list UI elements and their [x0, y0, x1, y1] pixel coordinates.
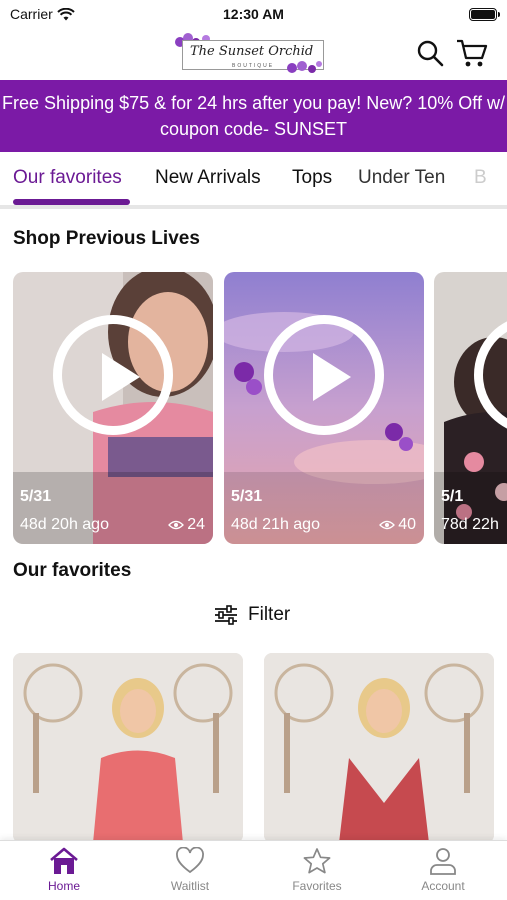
- promo-text: Free Shipping $75 & for 24 hrs after you…: [2, 93, 505, 139]
- tab-new-arrivals[interactable]: New Arrivals: [155, 167, 261, 189]
- filter-label: Filter: [248, 604, 291, 625]
- active-tab-indicator: [13, 199, 130, 205]
- nav-favorites[interactable]: Favorites: [267, 847, 367, 893]
- live-time-ago: 48d 20h ago: [20, 516, 109, 533]
- previous-lives-carousel[interactable]: 5/31 48d 20h ago 24 5/31 48d 21h ago 40: [13, 272, 507, 544]
- eye-icon: [168, 520, 185, 530]
- cart-button[interactable]: [455, 36, 489, 70]
- live-date: 5/31: [231, 488, 263, 505]
- live-time-ago: 78d 22h: [441, 516, 499, 533]
- nav-waitlist[interactable]: Waitlist: [140, 847, 240, 893]
- product-card[interactable]: [264, 653, 494, 843]
- category-tabs: Our favorites New Arrivals Tops Under Te…: [0, 153, 507, 209]
- play-button[interactable]: [53, 315, 173, 435]
- tab-our-favorites[interactable]: Our favorites: [13, 167, 122, 189]
- live-card[interactable]: 5/31 48d 21h ago 40: [224, 272, 424, 544]
- live-date: 5/31: [20, 488, 52, 505]
- promo-banner[interactable]: Free Shipping $75 & for 24 hrs after you…: [0, 80, 507, 152]
- views-count: 24: [187, 516, 205, 533]
- live-date: 5/1: [441, 488, 464, 505]
- play-button[interactable]: [264, 315, 384, 435]
- search-button[interactable]: [413, 36, 447, 70]
- section-title-previous-lives: Shop Previous Lives: [13, 228, 200, 249]
- section-title-our-favorites: Our favorites: [13, 560, 132, 581]
- live-card[interactable]: 5/31 48d 20h ago 24: [13, 272, 213, 544]
- live-card[interactable]: 5/1 78d 22h: [434, 272, 507, 544]
- store-logo[interactable]: The Sunset Orchid BOUTIQUE: [172, 32, 330, 76]
- live-time-ago: 48d 21h ago: [231, 516, 320, 533]
- product-image: [13, 653, 243, 843]
- home-icon: [50, 847, 78, 874]
- tab-tops[interactable]: Tops: [292, 167, 332, 189]
- person-icon: [430, 848, 456, 875]
- app-header: The Sunset Orchid BOUTIQUE: [0, 28, 507, 80]
- search-icon: [417, 40, 444, 67]
- eye-icon: [379, 520, 396, 530]
- nav-account[interactable]: Account: [393, 847, 493, 893]
- live-views: 24: [168, 516, 205, 534]
- heart-icon: [176, 847, 204, 874]
- product-image: [264, 653, 494, 843]
- tab-under-ten[interactable]: Under Ten: [358, 167, 445, 189]
- cart-icon: [457, 39, 488, 67]
- logo-subtext: BOUTIQUE: [232, 63, 275, 69]
- star-icon: [303, 848, 331, 874]
- nav-favorites-label: Favorites: [292, 879, 342, 893]
- tab-next[interactable]: B: [474, 167, 487, 189]
- clock: 12:30 AM: [223, 6, 284, 22]
- filter-sliders-icon: [215, 605, 237, 625]
- status-bar: Carrier 12:30 AM: [0, 0, 507, 30]
- nav-home[interactable]: Home: [14, 847, 114, 893]
- orchid-flower-icon: [287, 61, 322, 73]
- bottom-nav: Home Waitlist Favorites Account: [0, 840, 507, 900]
- views-count: 40: [398, 516, 416, 533]
- battery-icon: [469, 8, 500, 21]
- live-views: 40: [379, 516, 416, 534]
- logo-text: The Sunset Orchid: [190, 44, 314, 59]
- filter-button[interactable]: Filter: [214, 604, 290, 626]
- nav-waitlist-label: Waitlist: [170, 879, 210, 893]
- nav-account-label: Account: [421, 879, 465, 893]
- product-card[interactable]: [13, 653, 243, 843]
- nav-home-label: Home: [47, 879, 80, 893]
